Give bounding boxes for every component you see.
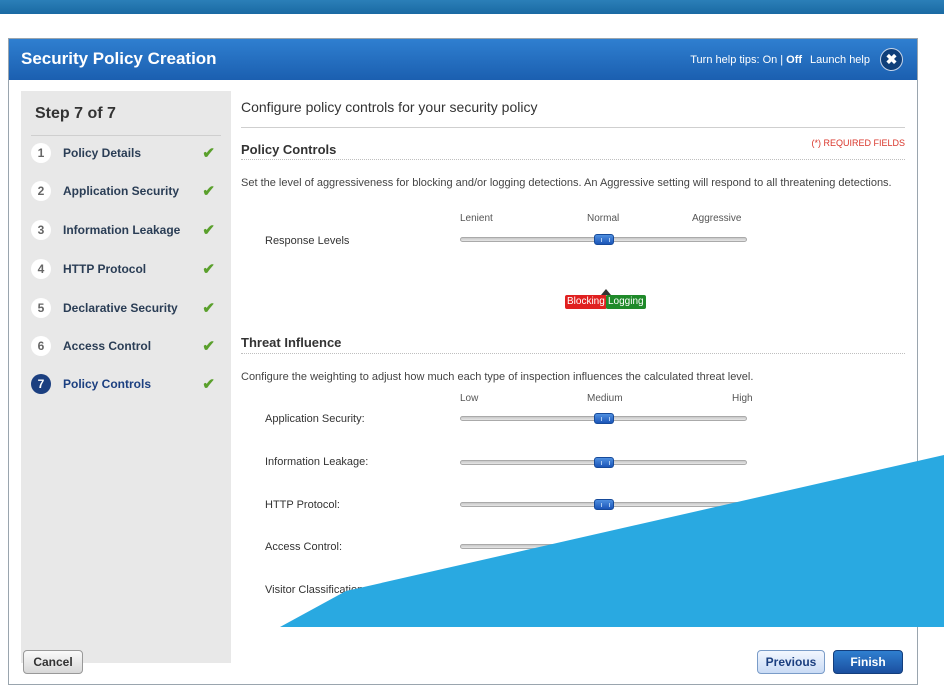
help-tips-off[interactable]: Off bbox=[786, 54, 802, 66]
step-number: 4 bbox=[31, 259, 51, 279]
cancel-button[interactable]: Cancel bbox=[23, 650, 83, 674]
response-levels-slider-thumb[interactable] bbox=[593, 234, 614, 245]
finish-button[interactable]: Finish bbox=[833, 650, 903, 674]
visitor-classification-label: Visitor Classification: bbox=[265, 584, 367, 596]
scale-label-medium: Medium bbox=[587, 393, 623, 404]
sidebar-item-policy-controls[interactable]: 7 Policy Controls ✔ bbox=[31, 372, 221, 396]
policy-controls-description: Set the level of aggressiveness for bloc… bbox=[241, 177, 892, 189]
sidebar-item-label: Policy Details bbox=[63, 146, 142, 160]
help-tips-separator: | bbox=[780, 53, 784, 66]
sidebar-item-information-leakage[interactable]: 3 Information Leakage ✔ bbox=[31, 218, 221, 242]
blocking-badge: Blocking bbox=[565, 295, 607, 309]
checkmark-icon: ✔ bbox=[202, 376, 215, 393]
http-protocol-label: HTTP Protocol: bbox=[265, 499, 340, 511]
step-number: 7 bbox=[31, 374, 51, 394]
http-protocol-slider-thumb[interactable] bbox=[593, 499, 614, 510]
sidebar-item-policy-details[interactable]: 1 Policy Details ✔ bbox=[31, 141, 221, 165]
security-policy-dialog: Security Policy Creation Turn help tips:… bbox=[8, 38, 918, 685]
scale-label-lenient: Lenient bbox=[460, 213, 493, 224]
sidebar-divider bbox=[31, 135, 221, 136]
previous-button[interactable]: Previous bbox=[757, 650, 825, 674]
main-panel: Configure policy controls for your secur… bbox=[241, 91, 905, 631]
launch-help-link[interactable]: Launch help bbox=[810, 54, 870, 66]
scale-label-aggressive: Aggressive bbox=[692, 213, 742, 224]
sidebar-item-label: Policy Controls bbox=[63, 377, 152, 391]
sidebar-item-label: HTTP Protocol bbox=[63, 262, 147, 276]
sidebar-item-label: Access Control bbox=[63, 339, 152, 353]
scale-label-normal: Normal bbox=[587, 213, 620, 224]
response-levels-label: Response Levels bbox=[265, 235, 350, 247]
step-number: 2 bbox=[31, 181, 51, 201]
logging-badge: Logging bbox=[606, 295, 646, 309]
checkmark-icon: ✔ bbox=[202, 222, 215, 239]
help-tips-label: Turn help tips: bbox=[690, 53, 760, 66]
section-title-policy-controls: Policy Controls bbox=[241, 142, 337, 157]
application-security-slider-thumb[interactable] bbox=[593, 413, 614, 424]
step-number: 5 bbox=[31, 298, 51, 318]
application-security-label: Application Security: bbox=[265, 413, 365, 425]
sidebar-item-access-control[interactable]: 6 Access Control ✔ bbox=[31, 334, 221, 358]
scale-label-high: High bbox=[732, 393, 753, 404]
visitor-classification-slider-thumb[interactable] bbox=[593, 584, 614, 595]
sidebar-item-label: Declarative Security bbox=[63, 301, 178, 315]
sidebar-item-label: Application Security bbox=[63, 184, 180, 198]
required-fields-note: (*) REQUIRED FIELDS bbox=[811, 138, 905, 148]
access-control-slider-thumb[interactable] bbox=[593, 541, 614, 552]
step-number: 6 bbox=[31, 336, 51, 356]
title-divider bbox=[241, 127, 905, 128]
top-band bbox=[0, 0, 944, 14]
steps-sidebar: Step 7 of 7 1 Policy Details ✔ 2 Applica… bbox=[21, 91, 231, 663]
help-controls: Turn help tips: On | Off Launch help ✖ bbox=[690, 48, 903, 71]
information-leakage-slider-thumb[interactable] bbox=[593, 457, 614, 468]
step-number: 3 bbox=[31, 220, 51, 240]
checkmark-icon: ✔ bbox=[202, 300, 215, 317]
scale-label-low: Low bbox=[460, 393, 479, 404]
checkmark-icon: ✔ bbox=[202, 145, 215, 162]
page-title: Configure policy controls for your secur… bbox=[241, 99, 538, 115]
checkmark-icon: ✔ bbox=[202, 261, 215, 278]
section-divider bbox=[241, 159, 905, 160]
sidebar-item-application-security[interactable]: 2 Application Security ✔ bbox=[31, 179, 221, 203]
section-title-threat-influence: Threat Influence bbox=[241, 335, 342, 350]
sidebar-item-http-protocol[interactable]: 4 HTTP Protocol ✔ bbox=[31, 257, 221, 281]
section-divider bbox=[241, 353, 905, 354]
step-number: 1 bbox=[31, 143, 51, 163]
access-control-label: Access Control: bbox=[265, 541, 343, 553]
help-tips-on[interactable]: On bbox=[763, 54, 778, 66]
threat-influence-description: Configure the weighting to adjust how mu… bbox=[241, 371, 754, 383]
sidebar-item-label: Information Leakage bbox=[63, 223, 181, 237]
step-indicator: Step 7 of 7 bbox=[35, 105, 116, 122]
sidebar-item-declarative-security[interactable]: 5 Declarative Security ✔ bbox=[31, 296, 221, 320]
information-leakage-label: Information Leakage: bbox=[265, 456, 369, 468]
checkmark-icon: ✔ bbox=[202, 183, 215, 200]
dialog-title: Security Policy Creation bbox=[21, 49, 217, 68]
close-icon[interactable]: ✖ bbox=[880, 48, 903, 71]
checkmark-icon: ✔ bbox=[202, 338, 215, 355]
dialog-titlebar: Security Policy Creation Turn help tips:… bbox=[9, 39, 917, 80]
